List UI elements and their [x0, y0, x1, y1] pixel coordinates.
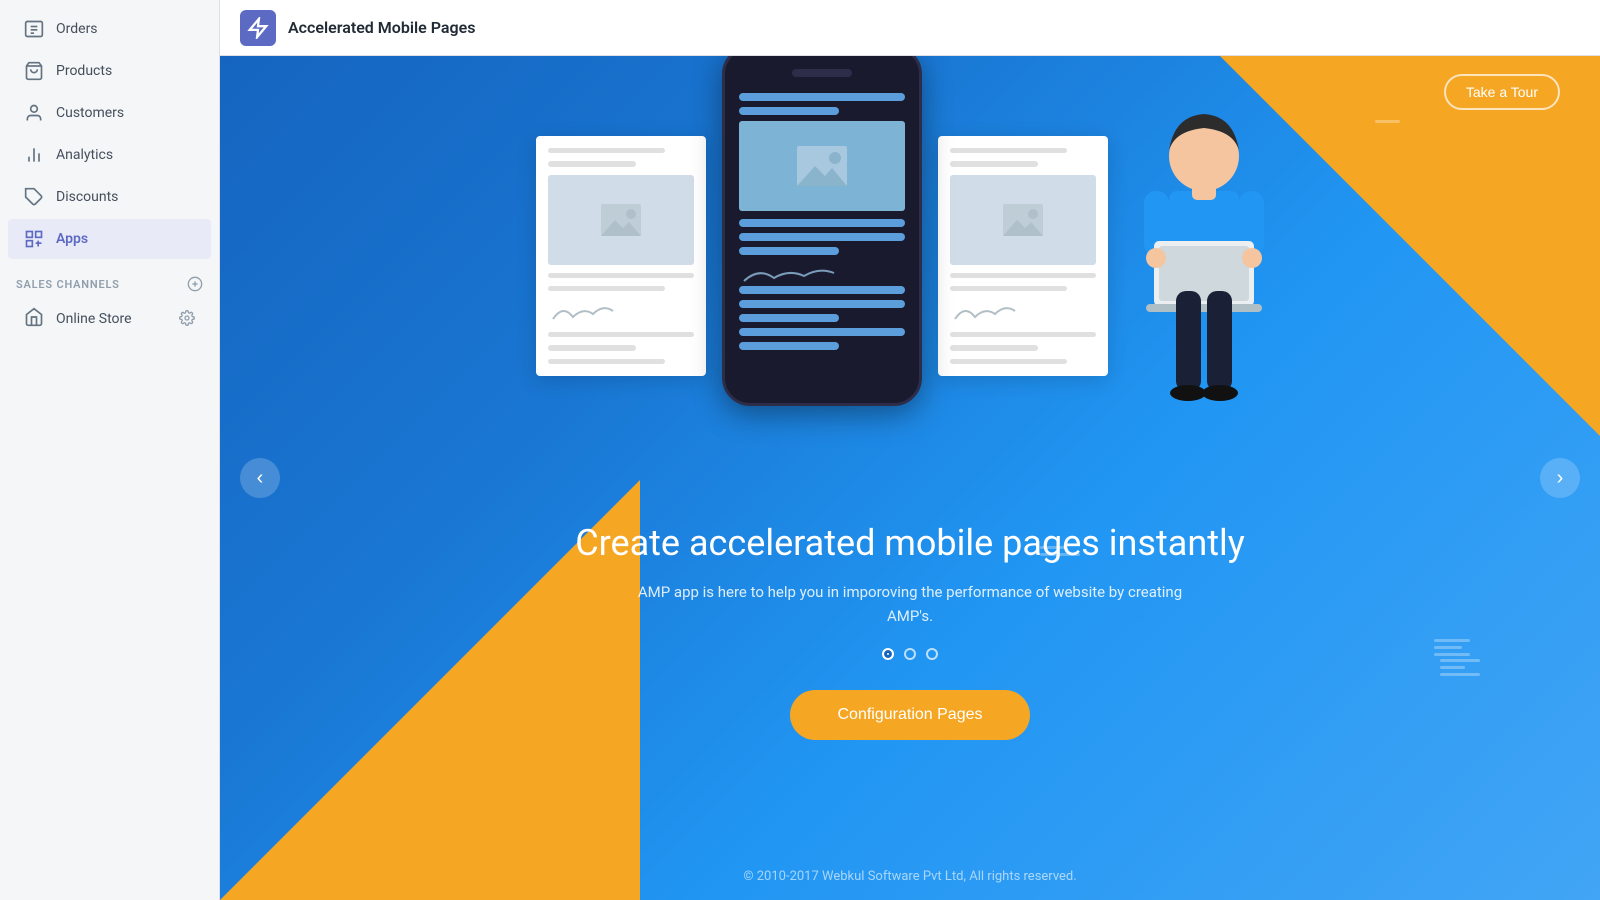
online-store-settings-icon[interactable]	[179, 310, 195, 329]
img-placeholder-right1	[950, 175, 1096, 265]
configuration-pages-button[interactable]: Configuration Pages	[790, 690, 1031, 740]
phone-img-placeholder	[739, 121, 905, 211]
sidebar-item-online-store[interactable]: Online Store	[8, 299, 211, 339]
phone-mockup	[722, 56, 922, 406]
hero-text: Create accelerated mobile pages instantl…	[220, 522, 1600, 740]
analytics-label: Analytics	[56, 147, 113, 163]
carousel-prev-button[interactable]: ‹	[240, 458, 280, 498]
footer: © 2010-2017 Webkul Software Pvt Ltd, All…	[220, 869, 1600, 884]
discounts-label: Discounts	[56, 189, 118, 205]
apps-icon	[24, 229, 44, 249]
online-store-label: Online Store	[56, 311, 132, 327]
sidebar-item-discounts[interactable]: Discounts	[8, 177, 211, 217]
page-card-left	[536, 136, 706, 376]
sales-channels-header: SALES CHANNELS	[0, 260, 219, 298]
devices-area	[460, 76, 1360, 436]
add-sales-channel-button[interactable]	[187, 276, 203, 292]
sidebar-item-orders[interactable]: Orders	[8, 9, 211, 49]
orders-icon	[24, 19, 44, 39]
orders-label: Orders	[56, 21, 98, 37]
sidebar: Orders Products Customers Analytics Disc…	[0, 0, 220, 900]
sidebar-item-apps[interactable]: Apps	[8, 219, 211, 259]
online-store-icon	[24, 307, 44, 331]
take-tour-button[interactable]: Take a Tour	[1444, 74, 1560, 110]
products-icon	[24, 61, 44, 81]
carousel-dots	[220, 648, 1600, 660]
hero-section: Take a Tour ‹ ›	[220, 56, 1600, 900]
customers-icon	[24, 103, 44, 123]
carousel-dot-3[interactable]	[926, 648, 938, 660]
sidebar-item-customers[interactable]: Customers	[8, 93, 211, 133]
sidebar-item-analytics[interactable]: Analytics	[8, 135, 211, 175]
character-illustration	[1124, 96, 1284, 436]
sidebar-item-products[interactable]: Products	[8, 51, 211, 91]
products-label: Products	[56, 63, 112, 79]
img-placeholder-left	[548, 175, 694, 265]
deco-lines-top-right	[1375, 116, 1400, 127]
app-logo	[240, 10, 276, 46]
discounts-icon	[24, 187, 44, 207]
customers-label: Customers	[56, 105, 124, 121]
page-card-right1	[938, 136, 1108, 376]
hero-subtitle: AMP app is here to help you in imporovin…	[220, 580, 1600, 628]
app-header: Accelerated Mobile Pages	[220, 0, 1600, 56]
main-content: Accelerated Mobile Pages	[220, 0, 1600, 900]
analytics-icon	[24, 145, 44, 165]
carousel-dot-2[interactable]	[904, 648, 916, 660]
app-title: Accelerated Mobile Pages	[288, 18, 475, 37]
apps-label: Apps	[56, 231, 88, 247]
carousel-dot-1[interactable]	[882, 648, 894, 660]
carousel-next-button[interactable]: ›	[1540, 458, 1580, 498]
hero-title: Create accelerated mobile pages instantl…	[220, 522, 1600, 564]
